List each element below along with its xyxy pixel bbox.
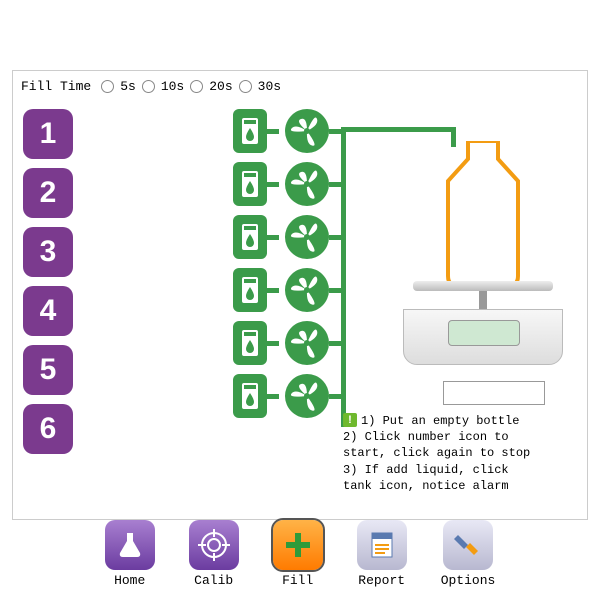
fill-time-opt: 30s [258, 79, 281, 94]
instr-line: tank icon, notice alarm [343, 479, 509, 493]
pipe-vert [341, 127, 346, 427]
nav-label: Home [105, 573, 155, 588]
tools-icon [443, 520, 493, 570]
nav-calib[interactable]: Calib [189, 520, 239, 588]
nav-label: Fill [273, 573, 323, 588]
channel-button-4[interactable]: 4 [23, 286, 73, 336]
nav-options[interactable]: Options [441, 520, 496, 588]
nav-label: Report [357, 573, 407, 588]
connector [267, 235, 279, 240]
nav-home[interactable]: Home [105, 520, 155, 588]
channel-row [233, 215, 341, 259]
pump-icon[interactable] [285, 109, 329, 153]
bottle-icon [428, 141, 538, 286]
plus-icon [273, 520, 323, 570]
tank-icon[interactable] [233, 321, 267, 365]
weight-input[interactable] [443, 381, 545, 405]
connector [267, 341, 279, 346]
tank-icon[interactable] [233, 109, 267, 153]
flask-icon [105, 520, 155, 570]
instr-line: 2) Click number icon to [343, 430, 509, 444]
info-icon: ! [343, 413, 357, 427]
toolbar: Home Calib Fill Report Options [0, 520, 600, 588]
target-icon [189, 520, 239, 570]
channel-icons [233, 109, 341, 418]
channel-row [233, 321, 341, 365]
pump-icon[interactable] [285, 162, 329, 206]
channel-button-6[interactable]: 6 [23, 404, 73, 454]
fill-time-radio-30s[interactable] [239, 80, 252, 93]
instr-line: start, click again to stop [343, 446, 530, 460]
nav-report[interactable]: Report [357, 520, 407, 588]
connector [329, 394, 341, 399]
tank-icon[interactable] [233, 215, 267, 259]
fill-time-label: Fill Time [21, 79, 91, 94]
fill-time-opt: 5s [120, 79, 136, 94]
channel-button-5[interactable]: 5 [23, 345, 73, 395]
main-panel: Fill Time 5s 10s 20s 30s 1 2 3 4 5 6 ! 1)… [12, 70, 588, 520]
connector [329, 235, 341, 240]
pump-icon[interactable] [285, 321, 329, 365]
nav-label: Calib [189, 573, 239, 588]
fill-time-opt: 20s [209, 79, 232, 94]
channel-button-3[interactable]: 3 [23, 227, 73, 277]
channel-row [233, 109, 341, 153]
scale-icon [403, 281, 563, 371]
channel-button-2[interactable]: 2 [23, 168, 73, 218]
fill-time-opt: 10s [161, 79, 184, 94]
channel-row [233, 268, 341, 312]
channel-row [233, 162, 341, 206]
fill-time-row: Fill Time 5s 10s 20s 30s [21, 79, 281, 94]
pipe-horz [341, 127, 451, 132]
connector [267, 394, 279, 399]
nav-label: Options [441, 573, 496, 588]
channel-button-1[interactable]: 1 [23, 109, 73, 159]
fill-time-radio-10s[interactable] [142, 80, 155, 93]
pump-icon[interactable] [285, 374, 329, 418]
nav-fill[interactable]: Fill [273, 520, 323, 588]
connector [329, 288, 341, 293]
scale-display [448, 320, 520, 346]
instr-line: 1) Put an empty bottle [361, 414, 519, 428]
connector [267, 182, 279, 187]
connector [267, 288, 279, 293]
tank-icon[interactable] [233, 162, 267, 206]
fill-time-radio-5s[interactable] [101, 80, 114, 93]
pump-icon[interactable] [285, 268, 329, 312]
instr-line: 3) If add liquid, click [343, 463, 509, 477]
tank-icon[interactable] [233, 374, 267, 418]
connector [267, 129, 279, 134]
channel-row [233, 374, 341, 418]
number-buttons: 1 2 3 4 5 6 [23, 109, 73, 454]
fill-time-radio-20s[interactable] [190, 80, 203, 93]
tank-icon[interactable] [233, 268, 267, 312]
document-icon [357, 520, 407, 570]
pump-icon[interactable] [285, 215, 329, 259]
instructions: ! 1) Put an empty bottle 2) Click number … [343, 413, 577, 494]
connector [329, 129, 341, 134]
connector [329, 182, 341, 187]
connector [329, 341, 341, 346]
